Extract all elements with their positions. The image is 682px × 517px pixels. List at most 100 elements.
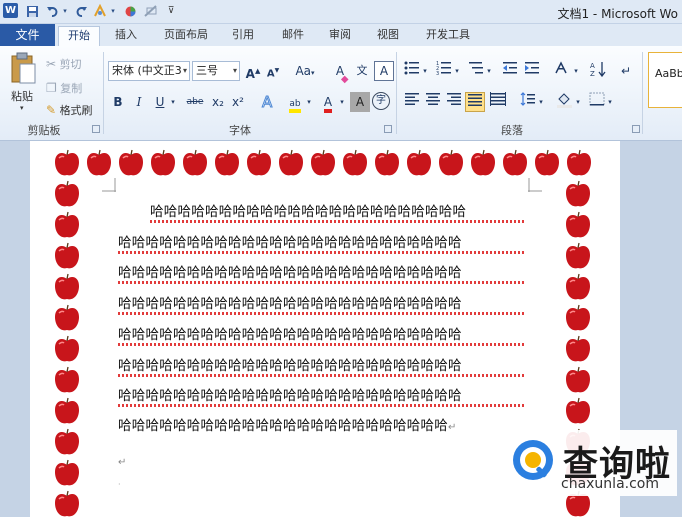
subscript-button[interactable]: x₂ <box>208 92 228 112</box>
empty-paragraph[interactable]: ↵ <box>118 452 127 472</box>
document-text-line[interactable]: 哈哈哈哈哈哈哈哈哈哈哈哈哈哈哈哈哈哈哈哈哈哈哈 <box>150 203 466 221</box>
align-right-button[interactable] <box>444 92 464 112</box>
paragraph-launcher-icon[interactable] <box>632 125 640 133</box>
document-text-line[interactable]: 哈哈哈哈哈哈哈哈哈哈哈哈哈哈哈哈哈哈哈哈哈哈哈哈哈 <box>118 357 462 375</box>
underline-dropdown-icon[interactable]: ▾ <box>168 92 178 112</box>
paste-button[interactable]: 粘贴 <box>11 88 33 104</box>
phonetic-guide-button[interactable]: 文 <box>352 61 372 81</box>
borders-button[interactable] <box>587 92 607 112</box>
document-text-line-last[interactable]: 哈哈哈哈哈哈哈哈哈哈哈哈哈哈哈哈哈哈哈哈哈哈哈哈↵ <box>118 417 457 437</box>
justify-icon <box>468 94 482 106</box>
paste-icon[interactable] <box>9 52 37 86</box>
multilevel-dropdown-icon[interactable]: ▾ <box>484 61 494 81</box>
bullets-button[interactable] <box>402 61 422 81</box>
align-left-button[interactable] <box>402 92 422 112</box>
bullets-dropdown-icon[interactable]: ▾ <box>420 61 430 81</box>
superscript-button[interactable]: x² <box>228 92 248 112</box>
cut-button[interactable]: ✂ 剪切 <box>46 56 82 72</box>
document-text-line[interactable]: 哈哈哈哈哈哈哈哈哈哈哈哈哈哈哈哈哈哈哈哈哈哈哈哈哈 <box>118 264 462 282</box>
apple-border-icon <box>213 148 241 178</box>
underline-icon: U <box>155 95 165 109</box>
apple-border-icon <box>53 334 81 364</box>
highlight-dropdown-icon[interactable]: ▾ <box>304 92 314 112</box>
shading-dropdown-icon[interactable]: ▾ <box>573 92 583 112</box>
redo-icon[interactable] <box>73 3 89 19</box>
show-marks-button[interactable]: ↵ <box>616 61 636 81</box>
tab-references[interactable]: 引用 <box>225 26 261 46</box>
numbering-dropdown-icon[interactable]: ▾ <box>452 61 462 81</box>
save-icon[interactable] <box>24 3 40 19</box>
draw-icon[interactable] <box>143 3 159 19</box>
tab-view[interactable]: 视图 <box>370 26 406 46</box>
underline-button[interactable]: U <box>150 92 170 112</box>
format-painter-button[interactable]: ✎ 格式刷 <box>46 102 93 118</box>
magnifier-logo-icon <box>513 440 553 480</box>
color-ball-icon[interactable] <box>122 3 138 19</box>
sort-button[interactable]: AZ <box>588 61 608 81</box>
tab-mailings[interactable]: 邮件 <box>275 26 311 46</box>
apple-border-icon <box>53 241 81 271</box>
document-text-line[interactable]: 哈哈哈哈哈哈哈哈哈哈哈哈哈哈哈哈哈哈哈哈哈哈哈哈哈 <box>118 387 462 405</box>
line-spacing-dropdown-icon[interactable]: ▾ <box>536 92 546 112</box>
chinese-layout-dropdown-icon[interactable]: ▾ <box>571 61 581 81</box>
font-name-select[interactable]: 宋体 (中文正3 ▾ <box>108 61 190 81</box>
apple-border-icon <box>53 148 81 178</box>
paste-dropdown-icon[interactable]: ▾ <box>20 104 24 112</box>
decrease-indent-button[interactable] <box>500 61 520 81</box>
apple-border-icon <box>245 148 273 178</box>
tab-home[interactable]: 开始 <box>58 26 100 46</box>
highlight-button[interactable]: ab <box>285 92 305 113</box>
apple-border-icon <box>405 148 433 178</box>
word-app-icon[interactable]: W <box>3 3 18 18</box>
multilevel-list-button[interactable] <box>466 61 486 81</box>
apple-border-icon <box>53 210 81 240</box>
chinese-layout-button[interactable] <box>552 61 572 81</box>
numbering-button[interactable]: 123 <box>434 61 454 81</box>
tab-file[interactable]: 文件 <box>0 24 55 46</box>
style-gallery-item[interactable]: AaBbC <box>648 52 682 108</box>
italic-button[interactable]: I <box>129 92 149 112</box>
qa-dropdown-icon[interactable]: ▾ <box>109 3 117 19</box>
justify-button[interactable] <box>465 92 485 112</box>
strikethrough-button[interactable]: abe <box>183 92 207 112</box>
distributed-button[interactable] <box>488 92 508 112</box>
font-color-icon: A <box>323 95 333 113</box>
align-center-button[interactable] <box>423 92 443 112</box>
font-color-button[interactable]: A <box>318 92 338 113</box>
borders-icon <box>589 92 605 106</box>
tab-insert[interactable]: 插入 <box>108 26 144 46</box>
enclose-characters-button[interactable]: 字 <box>372 92 390 110</box>
document-text-line[interactable]: 哈哈哈哈哈哈哈哈哈哈哈哈哈哈哈哈哈哈哈哈哈哈哈哈哈 <box>118 295 462 313</box>
paragraph-shading-button[interactable] <box>555 92 575 112</box>
clipboard-launcher-icon[interactable] <box>92 125 100 133</box>
document-text-line[interactable]: 哈哈哈哈哈哈哈哈哈哈哈哈哈哈哈哈哈哈哈哈哈哈哈哈哈 <box>118 326 462 344</box>
tab-review[interactable]: 审阅 <box>322 26 358 46</box>
document-text-line[interactable]: 哈哈哈哈哈哈哈哈哈哈哈哈哈哈哈哈哈哈哈哈哈哈哈哈哈 <box>118 234 462 252</box>
grow-font-button[interactable]: A▲ <box>243 61 263 81</box>
copy-button[interactable]: ❐ 复制 <box>46 80 82 96</box>
font-size-select[interactable]: 三号 ▾ <box>192 61 240 81</box>
phonetic-icon: 文 <box>356 64 368 77</box>
increase-indent-button[interactable] <box>522 61 542 81</box>
chinese-layout-icon <box>555 61 567 74</box>
tab-page-layout[interactable]: 页面布局 <box>156 26 216 46</box>
apple-border-icon <box>53 303 81 333</box>
line-spacing-button[interactable] <box>518 92 538 112</box>
tab-developer[interactable]: 开发工具 <box>418 26 478 46</box>
character-border-button[interactable]: A <box>374 61 394 81</box>
customize-qa-icon[interactable]: ⊽ <box>166 3 176 19</box>
format-brush-qa-icon[interactable] <box>92 3 108 19</box>
empty-paragraph[interactable]: · <box>118 476 121 494</box>
clear-formatting-button[interactable]: A ◆ <box>330 61 350 85</box>
font-launcher-icon[interactable] <box>384 125 392 133</box>
character-shading-button[interactable]: A <box>350 92 370 112</box>
change-case-button[interactable]: Aa▾ <box>292 61 318 81</box>
undo-icon[interactable] <box>44 3 60 19</box>
font-color-dropdown-icon[interactable]: ▾ <box>337 92 347 112</box>
text-effects-button[interactable]: A <box>258 92 278 112</box>
font-name-value: 宋体 (中文正3 <box>112 64 182 77</box>
undo-dropdown-icon[interactable]: ▾ <box>61 3 69 19</box>
shrink-font-button[interactable]: A▼ <box>263 61 283 81</box>
borders-dropdown-icon[interactable]: ▾ <box>605 92 615 112</box>
bold-button[interactable]: B <box>108 92 128 112</box>
